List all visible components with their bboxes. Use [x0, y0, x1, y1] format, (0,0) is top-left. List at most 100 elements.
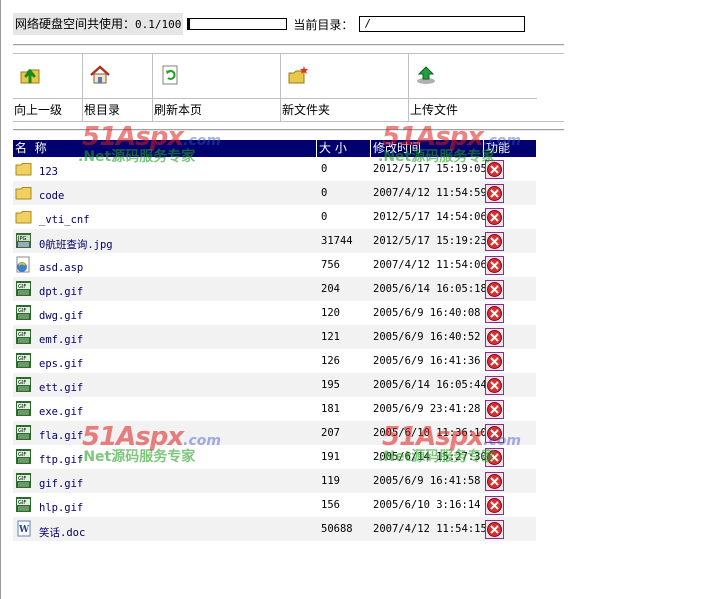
file-name-cell[interactable]: W 笑话.doc: [13, 517, 317, 541]
new-folder-button[interactable]: 新文件夹: [280, 54, 408, 121]
file-name-cell[interactable]: GIF gif.gif: [13, 469, 317, 493]
delete-icon[interactable]: [485, 279, 504, 299]
delete-icon[interactable]: [485, 447, 504, 467]
delete-icon[interactable]: [485, 399, 504, 419]
delete-action[interactable]: [484, 229, 536, 253]
table-row[interactable]: JPG 0航班查询.jpg 31744 2012/5/17 15:19:23: [13, 229, 536, 253]
delete-icon[interactable]: [485, 327, 504, 347]
table-row[interactable]: 123 0 2012/5/17 15:19:05: [13, 157, 536, 181]
file-name-link[interactable]: code: [39, 184, 64, 202]
file-name-link[interactable]: emf.gif: [39, 328, 83, 346]
delete-action[interactable]: [484, 205, 536, 229]
delete-action[interactable]: [484, 253, 536, 277]
delete-icon[interactable]: [485, 471, 504, 491]
delete-action[interactable]: [484, 517, 536, 541]
file-name-cell[interactable]: code: [13, 181, 317, 205]
file-name-link[interactable]: dpt.gif: [39, 280, 83, 298]
svg-text:W: W: [18, 525, 30, 535]
table-row[interactable]: GIF fla.gif 207 2005/6/10 11:36:10: [13, 421, 536, 445]
delete-action[interactable]: [484, 349, 536, 373]
table-row[interactable]: W 笑话.doc 50688 2007/4/12 11:54:15: [13, 517, 536, 541]
folder-icon: [15, 187, 32, 200]
delete-action[interactable]: [484, 421, 536, 445]
gif-file-icon: GIF: [16, 401, 31, 416]
file-name-link[interactable]: eps.gif: [39, 352, 83, 370]
file-modified: 2005/6/10 11:36:10: [373, 427, 487, 439]
file-name-cell[interactable]: GIF dwg.gif: [13, 301, 317, 325]
file-name-cell[interactable]: _vti_cnf: [13, 205, 317, 229]
file-name-link[interactable]: _vti_cnf: [39, 208, 90, 226]
file-name-link[interactable]: ftp.gif: [39, 448, 83, 466]
delete-icon[interactable]: [485, 519, 504, 539]
file-name-cell[interactable]: JPG 0航班查询.jpg: [13, 229, 317, 253]
delete-icon[interactable]: [485, 231, 504, 251]
delete-action[interactable]: [484, 181, 536, 205]
file-name-cell[interactable]: GIF fla.gif: [13, 421, 317, 445]
toolbar: 向上一级 根目录 刷新本页 新文件夹 上传文件: [13, 53, 564, 122]
table-row[interactable]: GIF ftp.gif 191 2005/6/14 15:27:30: [13, 445, 536, 469]
file-table: 名 称 大 小 修改时间 功能 123 0 2012/5/17 15:19:05 co…: [13, 140, 536, 541]
delete-icon[interactable]: [485, 255, 504, 275]
delete-action[interactable]: [484, 157, 536, 181]
delete-action[interactable]: [484, 277, 536, 301]
current-dir-field[interactable]: /: [359, 16, 526, 32]
column-size[interactable]: 大 小: [317, 140, 371, 157]
file-name-link[interactable]: gif.gif: [39, 472, 83, 490]
refresh-button[interactable]: 刷新本页: [152, 54, 280, 121]
table-row[interactable]: code 0 2007/4/12 11:54:59: [13, 181, 536, 205]
delete-icon[interactable]: [485, 183, 504, 203]
delete-action[interactable]: [484, 493, 536, 517]
file-name-link[interactable]: hlp.gif: [39, 496, 83, 514]
file-name-cell[interactable]: GIF exe.gif: [13, 397, 317, 421]
file-name-cell[interactable]: GIF dpt.gif: [13, 277, 317, 301]
table-row[interactable]: GIF exe.gif 181 2005/6/9 23:41:28: [13, 397, 536, 421]
file-name-link[interactable]: ett.gif: [39, 376, 83, 394]
folder-icon: [15, 163, 32, 176]
file-name-link[interactable]: dwg.gif: [39, 304, 83, 322]
file-name-link[interactable]: 笑话.doc: [39, 519, 85, 540]
refresh-label: 刷新本页: [153, 98, 280, 121]
table-row[interactable]: GIF dwg.gif 120 2005/6/9 16:40:08: [13, 301, 536, 325]
table-row[interactable]: GIF hlp.gif 156 2005/6/10 3:16:14: [13, 493, 536, 517]
file-name-cell[interactable]: asd.asp: [13, 253, 317, 277]
upload-button[interactable]: 上传文件: [408, 54, 537, 121]
file-name-cell[interactable]: GIF ett.gif: [13, 373, 317, 397]
file-name-cell[interactable]: GIF hlp.gif: [13, 493, 317, 517]
delete-icon[interactable]: [485, 351, 504, 371]
delete-icon[interactable]: [485, 495, 504, 515]
column-modified[interactable]: 修改时间: [371, 140, 484, 157]
delete-icon[interactable]: [485, 423, 504, 443]
up-level-button[interactable]: 向上一级: [13, 54, 82, 121]
file-name-link[interactable]: fla.gif: [39, 424, 83, 442]
delete-action[interactable]: [484, 373, 536, 397]
table-row[interactable]: GIF eps.gif 126 2005/6/9 16:41:36: [13, 349, 536, 373]
file-name-link[interactable]: asd.asp: [39, 256, 83, 274]
file-name-link[interactable]: exe.gif: [39, 400, 83, 418]
table-row[interactable]: _vti_cnf 0 2012/5/17 14:54:06: [13, 205, 536, 229]
delete-action[interactable]: [484, 397, 536, 421]
delete-icon[interactable]: [485, 375, 504, 395]
delete-icon[interactable]: [485, 207, 504, 227]
table-row[interactable]: GIF gif.gif 119 2005/6/9 16:41:58: [13, 469, 536, 493]
table-row[interactable]: GIF ett.gif 195 2005/6/14 16:05:44: [13, 373, 536, 397]
table-row[interactable]: GIF emf.gif 121 2005/6/9 16:40:52: [13, 325, 536, 349]
column-name[interactable]: 名 称: [13, 140, 317, 157]
delete-icon[interactable]: [485, 159, 504, 179]
file-size: 156: [321, 499, 340, 511]
delete-action[interactable]: [484, 325, 536, 349]
file-name-link[interactable]: 0航班查询.jpg: [39, 231, 113, 252]
delete-action[interactable]: [484, 445, 536, 469]
delete-icon[interactable]: [485, 303, 504, 323]
table-row[interactable]: asd.asp 756 2007/4/12 11:54:06: [13, 253, 536, 277]
file-name-cell[interactable]: GIF ftp.gif: [13, 445, 317, 469]
file-name-cell[interactable]: GIF emf.gif: [13, 325, 317, 349]
root-dir-button[interactable]: 根目录: [82, 54, 152, 121]
table-row[interactable]: GIF dpt.gif 204 2005/6/14 16:05:18: [13, 277, 536, 301]
delete-action[interactable]: [484, 469, 536, 493]
new-folder-label: 新文件夹: [281, 98, 408, 121]
file-name-link[interactable]: 123: [39, 160, 58, 178]
delete-action[interactable]: [484, 301, 536, 325]
file-name-cell[interactable]: GIF eps.gif: [13, 349, 317, 373]
file-name-cell[interactable]: 123: [13, 157, 317, 181]
gif-file-icon: GIF: [16, 353, 31, 368]
